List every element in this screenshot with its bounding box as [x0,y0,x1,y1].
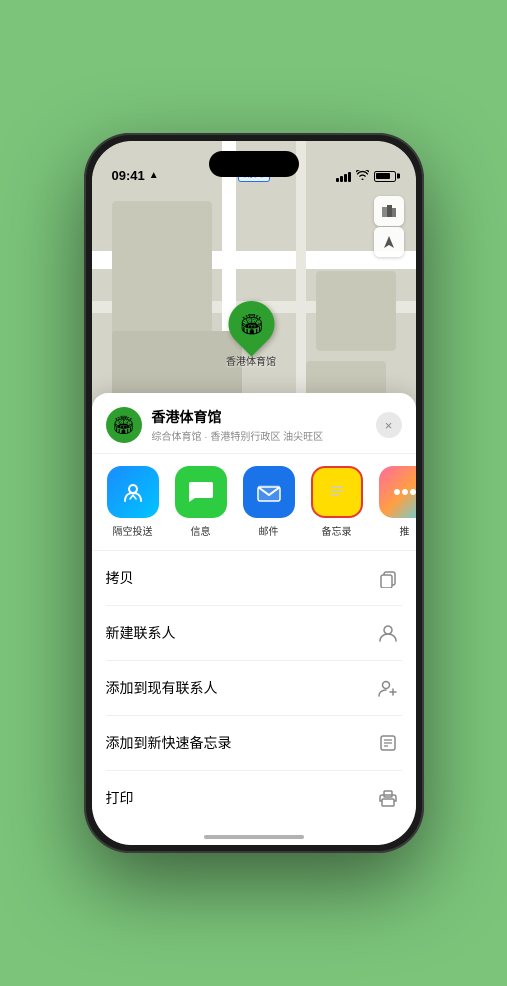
share-mail[interactable]: 邮件 [238,466,300,538]
venue-icon: 🏟 [106,407,142,443]
print-label: 打印 [106,788,134,808]
dynamic-island [209,151,299,177]
action-print[interactable]: 打印 [106,771,402,825]
mail-icon [243,466,295,518]
person-icon [374,619,402,647]
person-add-icon [374,674,402,702]
stadium-pin: 🏟 香港体育馆 [226,301,276,368]
more-label: 推 [400,523,410,538]
venue-name: 香港体育馆 [152,407,376,427]
status-icons [336,169,396,183]
time-display: 09:41 [112,168,145,183]
status-time: 09:41 ▲ [112,168,159,183]
share-messages[interactable]: 信息 [170,466,232,538]
venue-info: 香港体育馆 综合体育馆 · 香港特别行政区 油尖旺区 [152,407,376,443]
pin-icon: 🏟 [218,291,283,356]
phone-frame: 09:41 ▲ [84,133,424,853]
airdrop-label: 隔空投送 [113,523,153,538]
venue-subtitle: 综合体育馆 · 香港特别行政区 油尖旺区 [152,428,376,443]
quick-note-label: 添加到新快速备忘录 [106,733,232,753]
action-add-contact[interactable]: 添加到现有联系人 [106,661,402,716]
copy-icon [374,564,402,592]
share-notes[interactable]: 备忘录 [306,466,368,538]
print-icon [374,784,402,812]
map-type-button[interactable] [374,196,404,226]
copy-label: 拷贝 [106,568,134,588]
map-controls[interactable] [374,196,404,257]
share-row: 隔空投送 信息 [92,454,416,551]
note-icon [374,729,402,757]
share-more[interactable]: 推 [374,466,416,538]
close-button[interactable]: × [376,412,402,438]
notes-label: 备忘录 [322,523,352,538]
bottom-sheet: 🏟 香港体育馆 综合体育馆 · 香港特别行政区 油尖旺区 × [92,393,416,845]
message-label: 信息 [191,523,211,538]
wifi-icon [356,169,369,183]
airdrop-icon [107,466,159,518]
more-icon [379,466,416,518]
mail-label: 邮件 [259,523,279,538]
battery-icon [374,171,396,182]
action-quick-note[interactable]: 添加到新快速备忘录 [106,716,402,771]
message-icon [175,466,227,518]
new-contact-label: 新建联系人 [106,623,176,643]
signal-bars [336,171,351,182]
action-list: 拷贝 新建联系人 [92,551,416,825]
home-indicator [204,835,304,839]
action-copy[interactable]: 拷贝 [106,551,402,606]
location-button[interactable] [374,227,404,257]
share-airdrop[interactable]: 隔空投送 [102,466,164,538]
phone-screen: 09:41 ▲ [92,141,416,845]
sheet-header: 🏟 香港体育馆 综合体育馆 · 香港特别行政区 油尖旺区 × [92,393,416,454]
pin-inner: 🏟 [238,312,263,337]
action-new-contact[interactable]: 新建联系人 [106,606,402,661]
add-contact-label: 添加到现有联系人 [106,678,218,698]
notes-icon [311,466,363,518]
location-icon: ▲ [149,170,159,181]
